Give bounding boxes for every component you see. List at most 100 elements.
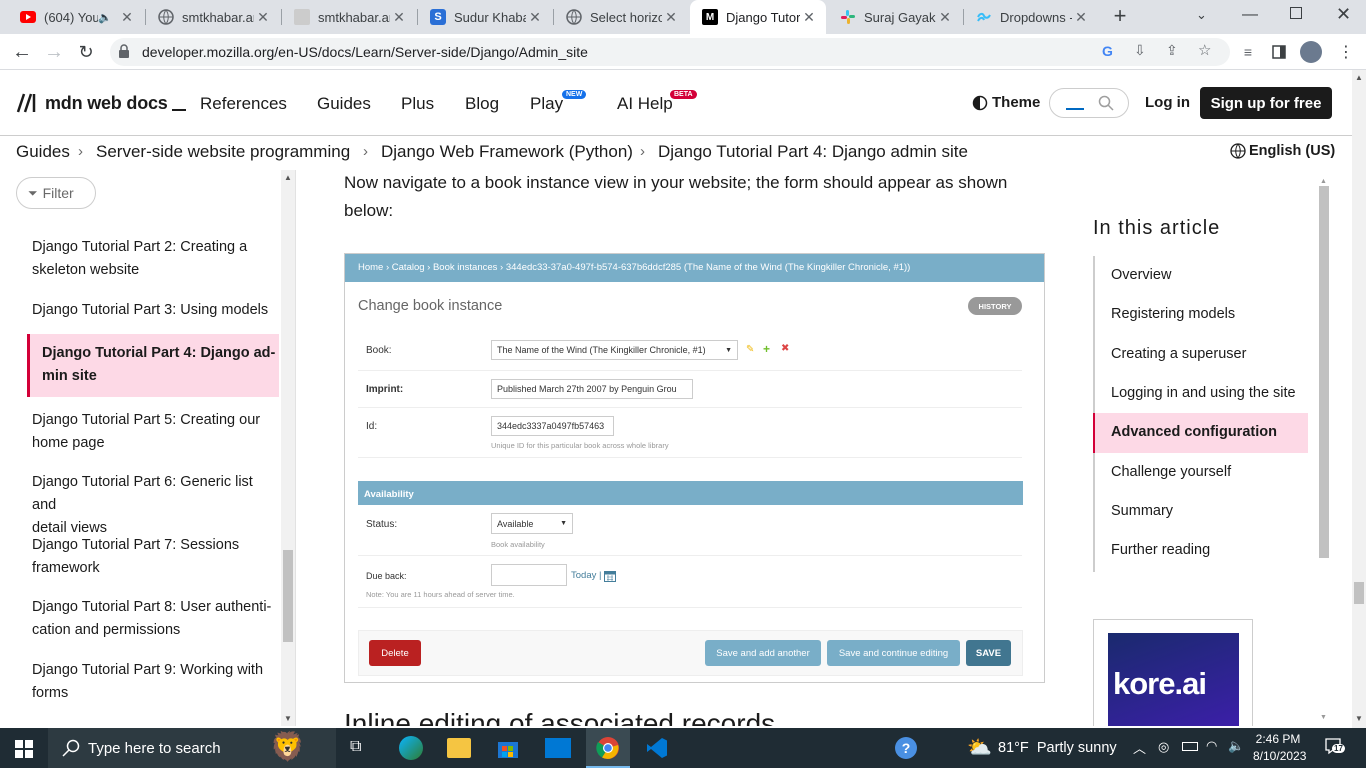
camera-icon[interactable]: ◎ <box>1158 739 1169 755</box>
notification-icon[interactable]: 17 <box>1324 737 1345 760</box>
breadcrumb-server-side[interactable]: Server-side website programming <box>96 142 350 162</box>
nav-ai-help[interactable]: AI Help <box>617 94 673 114</box>
speaker-icon[interactable]: 🔈 <box>98 11 112 24</box>
tab-slack[interactable]: Suraj Gayak - ✕ <box>828 0 962 34</box>
google-icon[interactable]: G <box>1102 43 1113 59</box>
close-tab-icon[interactable]: ✕ <box>390 9 408 26</box>
sidebar-item-part9[interactable]: Django Tutorial Part 9: Working with form… <box>32 659 277 705</box>
sidebar-item-part8[interactable]: Django Tutorial Part 8: User authenti-ca… <box>32 596 277 642</box>
side-panel-icon[interactable] <box>1267 40 1291 64</box>
edge-icon[interactable] <box>399 736 423 760</box>
close-tab-icon[interactable]: ✕ <box>800 9 818 26</box>
close-tab-icon[interactable]: ✕ <box>1072 9 1090 26</box>
nav-references[interactable]: References <box>200 94 287 114</box>
window-scrollbar[interactable]: ▲ ▼ <box>1352 70 1366 728</box>
task-view-icon[interactable]: ⧉ <box>350 738 361 756</box>
help-icon[interactable]: ? <box>895 737 917 759</box>
chrome-taskbar-button[interactable] <box>586 728 630 768</box>
minimize-button[interactable]: — <box>1242 6 1258 24</box>
forward-button[interactable]: → <box>42 40 66 64</box>
filter-icon: ⏷ <box>28 185 38 200</box>
edit-pencil-icon: ✎ <box>746 344 755 355</box>
windows-start-icon[interactable] <box>15 740 33 763</box>
nav-guides[interactable]: Guides <box>317 94 371 114</box>
tab-smtkhabar-2[interactable]: smtkhabar.an ✕ <box>282 0 416 34</box>
weather-text[interactable]: 81°F Partly sunny <box>998 740 1117 756</box>
new-tab-button[interactable]: + <box>1108 5 1132 29</box>
close-tab-icon[interactable]: ✕ <box>936 9 954 26</box>
breadcrumb-guides[interactable]: Guides <box>16 142 70 162</box>
today-link: Today | <box>571 570 602 581</box>
breadcrumb-django-framework[interactable]: Django Web Framework (Python) <box>381 142 633 162</box>
toc-creating-superuser[interactable]: Creating a superuser <box>1111 346 1246 362</box>
nav-play[interactable]: Play <box>530 94 563 114</box>
bookmark-star-icon[interactable]: ☆ <box>1198 41 1211 59</box>
signup-button[interactable]: Sign up for free <box>1200 87 1332 119</box>
sidebar-item-part4[interactable]: Django Tutorial Part 4: Django ad-min si… <box>42 342 287 388</box>
theme-button[interactable]: Theme <box>972 94 1040 111</box>
taskbar-search[interactable]: Type here to search 🦁 <box>48 728 336 768</box>
tray-chevron-icon[interactable]: ︿ <box>1133 738 1146 757</box>
install-icon[interactable]: ⇩ <box>1134 42 1146 59</box>
lock-icon <box>118 44 130 63</box>
menu-kebab-icon[interactable]: ⋮ <box>1334 40 1358 64</box>
toc-further-reading[interactable]: Further reading <box>1111 542 1210 558</box>
close-tab-icon[interactable]: ✕ <box>254 9 272 26</box>
mdn-logo[interactable]: mdn web docs <box>16 92 186 114</box>
ad-placement[interactable]: kore.ai <box>1093 619 1253 726</box>
filter-input[interactable]: ⏷ Filter <box>16 177 96 209</box>
breadcrumb-current[interactable]: Django Tutorial Part 4: Django admin sit… <box>658 142 968 162</box>
toc-advanced-configuration[interactable]: Advanced configuration <box>1111 424 1277 440</box>
sidebar-scrollbar[interactable]: ▲ ▼ <box>281 170 295 726</box>
share-icon[interactable]: ⇪ <box>1166 42 1178 59</box>
toc-summary[interactable]: Summary <box>1111 503 1173 519</box>
profile-avatar[interactable] <box>1300 41 1322 63</box>
tab-smtkhabar-1[interactable]: smtkhabar.an ✕ <box>146 0 280 34</box>
sidebar-scroll-thumb[interactable] <box>283 550 293 642</box>
nav-blog[interactable]: Blog <box>465 94 499 114</box>
close-tab-icon[interactable]: ✕ <box>526 9 544 26</box>
toc-overview[interactable]: Overview <box>1111 267 1171 283</box>
toc-registering-models[interactable]: Registering models <box>1111 306 1235 322</box>
login-link[interactable]: Log in <box>1145 94 1190 111</box>
battery-icon[interactable] <box>1182 742 1198 751</box>
clock[interactable]: 2:46 PM 8/10/2023 <box>1253 731 1306 765</box>
toc-logging-in[interactable]: Logging in and using the site <box>1111 385 1296 401</box>
store-icon[interactable] <box>496 736 520 765</box>
vscode-icon[interactable] <box>645 736 669 765</box>
reading-list-icon[interactable]: ≡ <box>1236 40 1260 64</box>
history-button: HISTORY <box>968 297 1022 315</box>
tab-sudur-khabar[interactable]: S Sudur Khabar ✕ <box>418 0 552 34</box>
window-scroll-thumb[interactable] <box>1354 582 1364 604</box>
tab-dropdowns[interactable]: Dropdowns - ✕ <box>964 0 1098 34</box>
restore-button[interactable] <box>1290 7 1302 19</box>
mail-icon[interactable] <box>545 738 571 758</box>
volume-icon[interactable]: 🔈 <box>1228 738 1244 754</box>
wifi-icon[interactable]: ◠ <box>1206 738 1217 754</box>
content-scrollbar[interactable]: ▲ ▼ <box>1317 176 1331 726</box>
book-select: The Name of the Wind (The Kingkiller Chr… <box>491 340 738 360</box>
book-label: Book: <box>366 345 392 356</box>
address-bar[interactable]: developer.mozilla.org/en-US/docs/Learn/S… <box>110 38 1230 66</box>
sidebar-item-part7[interactable]: Django Tutorial Part 7: Sessions framewor… <box>32 534 277 580</box>
chevron-right-icon: › <box>363 143 368 160</box>
sidebar-item-part6[interactable]: Django Tutorial Part 6: Generic list and… <box>32 471 277 540</box>
sidebar-item-part5[interactable]: Django Tutorial Part 5: Creating our home… <box>32 409 277 455</box>
language-selector[interactable]: English (US) <box>1230 143 1335 159</box>
search-input[interactable] <box>1049 88 1129 118</box>
content-scroll-thumb[interactable] <box>1319 186 1329 558</box>
back-button[interactable]: ← <box>10 40 34 64</box>
close-tab-icon[interactable]: ✕ <box>118 9 136 26</box>
chevron-down-icon[interactable]: ⌄ <box>1196 7 1207 23</box>
tab-youtube[interactable]: (604) You 🔈 ✕ <box>8 0 144 34</box>
sidebar-item-part2[interactable]: Django Tutorial Part 2: Creating a skelet… <box>32 236 277 282</box>
toc-challenge-yourself[interactable]: Challenge yourself <box>1111 464 1231 480</box>
close-window-button[interactable]: ✕ <box>1336 4 1351 25</box>
reload-button[interactable]: ↻ <box>74 40 98 64</box>
nav-plus[interactable]: Plus <box>401 94 434 114</box>
file-explorer-icon[interactable] <box>447 738 471 758</box>
close-tab-icon[interactable]: ✕ <box>662 9 680 26</box>
tab-select-horizontal[interactable]: Select horizo ✕ <box>554 0 688 34</box>
sidebar-item-part3[interactable]: Django Tutorial Part 3: Using models <box>32 299 277 322</box>
tab-django-tutorial[interactable]: M Django Tutor ✕ <box>690 0 826 34</box>
